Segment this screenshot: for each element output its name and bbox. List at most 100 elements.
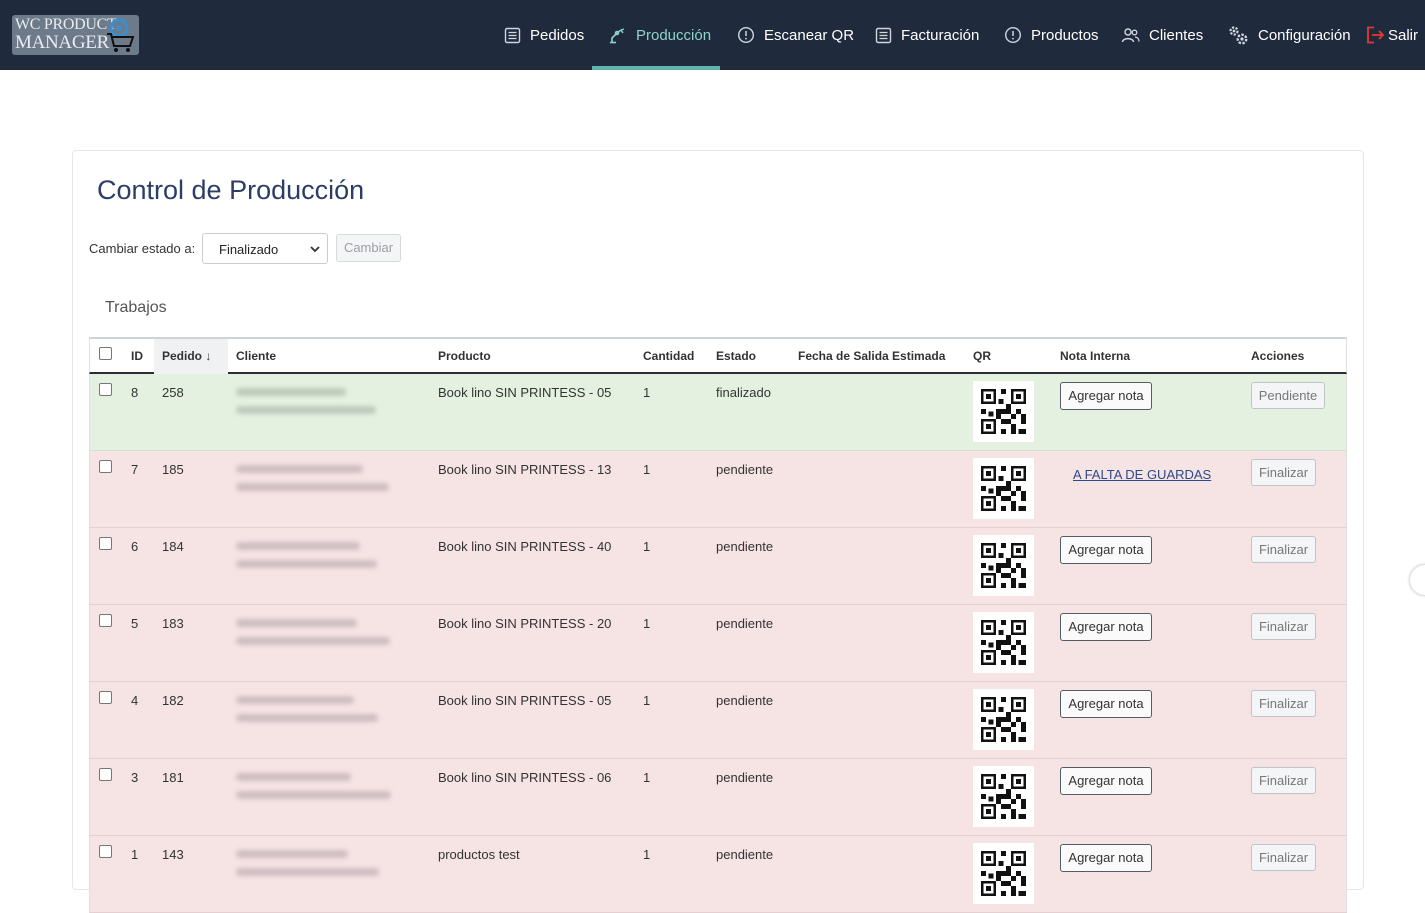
client-name-redacted bbox=[236, 637, 390, 645]
qr-code-icon bbox=[981, 466, 1026, 511]
row-pedido[interactable]: 182 bbox=[162, 693, 184, 708]
client-name-redacted bbox=[236, 773, 351, 781]
col-header-id[interactable]: ID bbox=[131, 349, 143, 363]
row-checkbox[interactable] bbox=[99, 845, 112, 858]
qr-code-icon bbox=[981, 851, 1026, 896]
nav-pedidos[interactable]: Pedidos bbox=[504, 0, 584, 70]
row-cantidad: 1 bbox=[643, 847, 651, 862]
col-header-cantidad[interactable]: Cantidad bbox=[643, 349, 694, 363]
top-navbar: WC PRODUCT MANAGER Pedidos Producción Es… bbox=[0, 0, 1425, 70]
row-estado: pendiente bbox=[716, 616, 774, 631]
qr-code[interactable] bbox=[973, 381, 1034, 442]
add-note-button[interactable]: Agregar nota bbox=[1060, 844, 1152, 872]
nav-label: Clientes bbox=[1149, 26, 1204, 44]
logout-icon bbox=[1367, 26, 1385, 44]
col-header-fecha[interactable]: Fecha de Salida Estimada bbox=[798, 349, 945, 363]
nav-salir[interactable]: Salir bbox=[1366, 0, 1418, 70]
nav-label: Salir bbox=[1388, 26, 1419, 44]
row-pedido[interactable]: 183 bbox=[162, 616, 184, 631]
row-action-button[interactable]: Finalizar bbox=[1251, 536, 1316, 563]
row-cantidad: 1 bbox=[643, 539, 651, 554]
change-status-label: Cambiar estado a: bbox=[89, 241, 196, 256]
robot-arm-icon bbox=[610, 27, 625, 43]
qr-code-icon bbox=[981, 620, 1026, 665]
row-estado: pendiente bbox=[716, 693, 774, 708]
row-action-button[interactable]: Finalizar bbox=[1251, 459, 1316, 486]
row-pedido[interactable]: 258 bbox=[162, 385, 184, 400]
col-header-estado[interactable]: Estado bbox=[716, 349, 756, 363]
table-row: 3 181 Book lino SIN PRINTESS - 06 1 pendient… bbox=[89, 759, 1347, 836]
row-estado: pendiente bbox=[716, 539, 774, 554]
section-title: Trabajos bbox=[105, 299, 167, 316]
row-estado: pendiente bbox=[716, 847, 774, 862]
nav-produccion[interactable]: Producción bbox=[609, 0, 711, 70]
qr-code[interactable] bbox=[973, 689, 1034, 750]
col-header-nota: Nota Interna bbox=[1060, 349, 1131, 363]
row-id: 6 bbox=[131, 539, 139, 554]
qr-code[interactable] bbox=[973, 843, 1034, 904]
row-cantidad: 1 bbox=[643, 462, 651, 477]
nav-label: Pedidos bbox=[530, 26, 585, 44]
row-id: 8 bbox=[131, 385, 139, 400]
row-producto: productos test bbox=[438, 847, 520, 862]
add-note-button[interactable]: Agregar nota bbox=[1060, 613, 1152, 641]
row-action-button[interactable]: Finalizar bbox=[1251, 844, 1316, 871]
col-header-qr: QR bbox=[973, 349, 991, 363]
row-checkbox[interactable] bbox=[99, 383, 112, 396]
row-producto: Book lino SIN PRINTESS - 20 bbox=[438, 616, 612, 631]
list-icon bbox=[504, 27, 521, 43]
col-header-cliente[interactable]: Cliente bbox=[236, 349, 276, 363]
nav-clientes[interactable]: Clientes bbox=[1121, 0, 1203, 70]
nav-facturacion[interactable]: Facturación bbox=[875, 0, 979, 70]
row-estado: pendiente bbox=[716, 462, 774, 477]
row-action-button[interactable]: Finalizar bbox=[1251, 767, 1316, 794]
table-row: 7 185 Book lino SIN PRINTESS - 13 1 pendient… bbox=[89, 451, 1347, 528]
row-pedido[interactable]: 184 bbox=[162, 539, 184, 554]
nav-escanear-qr[interactable]: Escanear QR bbox=[737, 0, 854, 70]
client-name-redacted bbox=[236, 542, 360, 550]
row-producto: Book lino SIN PRINTESS - 06 bbox=[438, 770, 612, 785]
row-id: 4 bbox=[131, 693, 139, 708]
row-checkbox[interactable] bbox=[99, 768, 112, 781]
row-action-button[interactable]: Finalizar bbox=[1251, 613, 1316, 640]
internal-note-link[interactable]: A FALTA DE GUARDAS bbox=[1073, 467, 1211, 482]
row-id: 3 bbox=[131, 770, 139, 785]
app-logo[interactable]: WC PRODUCT MANAGER bbox=[12, 15, 139, 55]
row-checkbox[interactable] bbox=[99, 460, 112, 473]
row-producto: Book lino SIN PRINTESS - 40 bbox=[438, 539, 612, 554]
nav-productos[interactable]: Productos bbox=[1004, 0, 1099, 70]
nav-label: Producción bbox=[636, 26, 712, 44]
client-name-redacted bbox=[236, 465, 363, 473]
row-checkbox[interactable] bbox=[99, 614, 112, 627]
client-name-redacted bbox=[236, 791, 391, 799]
nav-label: Productos bbox=[1031, 26, 1099, 44]
col-header-pedido[interactable]: Pedido ↓ bbox=[162, 349, 211, 363]
status-select[interactable]: Finalizado bbox=[202, 233, 328, 264]
row-producto: Book lino SIN PRINTESS - 13 bbox=[438, 462, 612, 477]
qr-code[interactable] bbox=[973, 766, 1034, 827]
qr-code[interactable] bbox=[973, 612, 1034, 673]
col-header-producto[interactable]: Producto bbox=[438, 349, 491, 363]
row-action-button[interactable]: Pendiente bbox=[1251, 382, 1325, 409]
qr-code-icon bbox=[981, 697, 1026, 742]
select-all-checkbox[interactable] bbox=[99, 347, 112, 360]
expand-icon[interactable] bbox=[1410, 565, 1425, 595]
add-note-button[interactable]: Agregar nota bbox=[1060, 382, 1152, 410]
qr-code[interactable] bbox=[973, 535, 1034, 596]
client-name-redacted bbox=[236, 850, 348, 858]
nav-configuracion[interactable]: Configuración bbox=[1227, 0, 1351, 70]
add-note-button[interactable]: Agregar nota bbox=[1060, 767, 1152, 795]
row-pedido[interactable]: 181 bbox=[162, 770, 184, 785]
row-pedido[interactable]: 143 bbox=[162, 847, 184, 862]
row-checkbox[interactable] bbox=[99, 691, 112, 704]
row-cantidad: 1 bbox=[643, 770, 651, 785]
row-checkbox[interactable] bbox=[99, 537, 112, 550]
qr-code[interactable] bbox=[973, 458, 1034, 519]
row-action-button[interactable]: Finalizar bbox=[1251, 690, 1316, 717]
change-status-button[interactable]: Cambiar bbox=[336, 234, 401, 262]
row-producto: Book lino SIN PRINTESS - 05 bbox=[438, 385, 612, 400]
row-pedido[interactable]: 185 bbox=[162, 462, 184, 477]
add-note-button[interactable]: Agregar nota bbox=[1060, 690, 1152, 718]
alert-circle-icon bbox=[1004, 26, 1022, 44]
add-note-button[interactable]: Agregar nota bbox=[1060, 536, 1152, 564]
